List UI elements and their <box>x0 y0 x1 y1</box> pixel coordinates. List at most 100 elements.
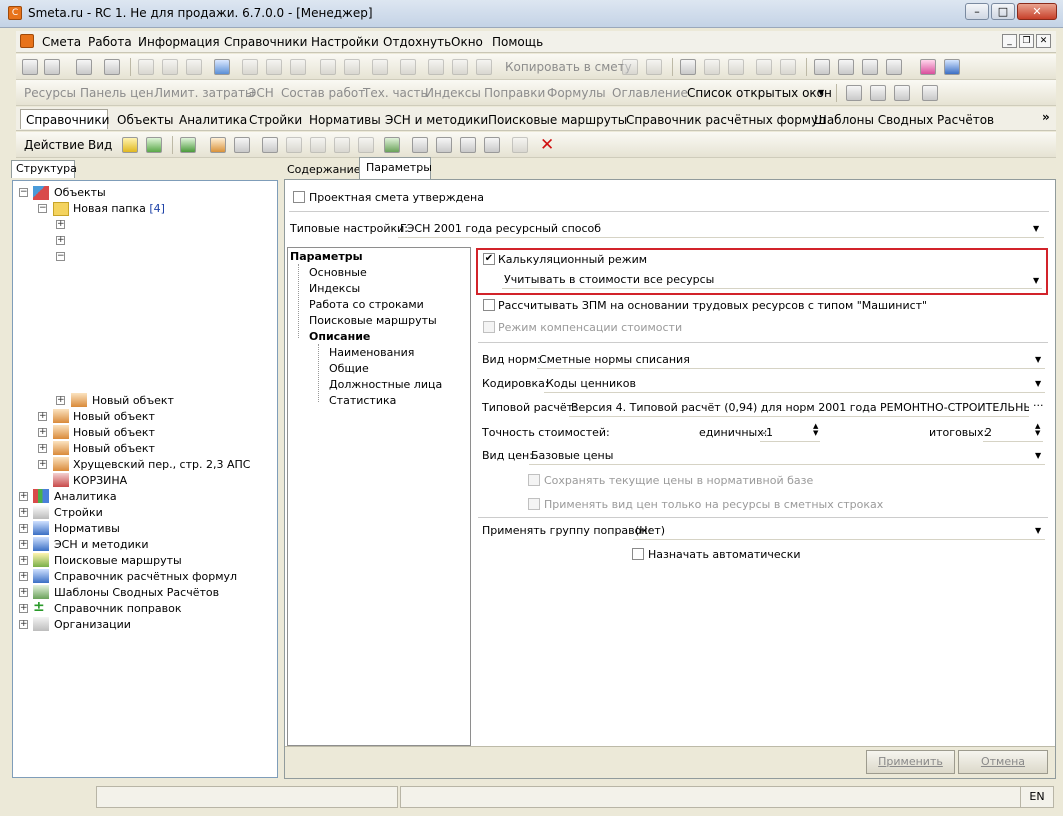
tree-formulas[interactable]: Справочник расчётных формул <box>54 569 237 585</box>
mdi-close-button[interactable]: ✕ <box>1036 34 1051 48</box>
book-blue-icon[interactable] <box>944 59 960 75</box>
params-root[interactable]: Параметры <box>290 250 363 263</box>
compensation-checkbox[interactable] <box>483 321 495 333</box>
house-add-icon[interactable] <box>210 137 226 153</box>
menu-smeta[interactable]: Смета <box>42 35 81 49</box>
tree-address-object[interactable]: Хрущевский пер., стр. 2,3 АПС <box>73 457 250 473</box>
grid-icon[interactable] <box>704 59 720 75</box>
machine-icon[interactable] <box>870 85 886 101</box>
percent-icon[interactable] <box>412 137 428 153</box>
typical-settings-dropdown[interactable]: ГЭСН 2001 года ресурсный способ <box>398 220 1044 238</box>
typical-calc-field[interactable]: Версия 4. Типовой расчёт (0,94) для норм… <box>569 399 1029 417</box>
edit-icon[interactable] <box>372 59 388 75</box>
tree-expand-toggle[interactable]: + <box>38 428 47 437</box>
arrow-up-icon[interactable] <box>334 137 350 153</box>
tree-expand-toggle[interactable]: + <box>56 220 65 229</box>
zpm-checkbox[interactable] <box>483 299 495 311</box>
price-type-dropdown[interactable]: Базовые цены <box>529 447 1045 465</box>
chevron-down-icon[interactable]: ▼ <box>818 88 824 97</box>
grid2-icon[interactable] <box>728 59 744 75</box>
menu-references[interactable]: Справочники <box>224 35 307 49</box>
contents-button[interactable]: Оглавление <box>612 86 688 100</box>
params-main[interactable]: Основные <box>309 266 367 279</box>
params-statistics[interactable]: Статистика <box>329 394 396 407</box>
copy-to-estimate-button[interactable]: Копировать в смету <box>505 60 632 74</box>
delete-icon[interactable] <box>400 59 416 75</box>
house-group-icon[interactable] <box>234 137 250 153</box>
params-names[interactable]: Наименования <box>329 346 414 359</box>
tree-new-object[interactable]: Новый объект <box>73 441 155 457</box>
image-icon[interactable] <box>76 59 92 75</box>
tree-expand-toggle[interactable]: + <box>19 604 28 613</box>
tree-expand-toggle[interactable]: + <box>19 620 28 629</box>
keyboard-layout-indicator[interactable]: EN <box>1020 786 1054 808</box>
level-down-icon[interactable] <box>814 59 830 75</box>
tab-normatives[interactable]: Нормативы <box>309 113 381 127</box>
undo-icon[interactable] <box>186 59 202 75</box>
spinner-arrows-icon[interactable]: ▲ ▼ <box>813 423 818 437</box>
work-composition-button[interactable]: Состав работ <box>281 86 365 100</box>
keep-prices-checkbox[interactable] <box>528 474 540 486</box>
tree-expand-icon[interactable] <box>756 59 772 75</box>
tree-new-folder[interactable]: Новая папка [4] <box>73 201 165 217</box>
spinner-arrows-icon[interactable]: ▲ ▼ <box>1035 423 1040 437</box>
params-rows[interactable]: Работа со строками <box>309 298 424 311</box>
cancel-button[interactable]: Отмена <box>958 750 1048 774</box>
mdi-minimize-button[interactable]: _ <box>1002 34 1017 48</box>
open-windows-button[interactable]: Список открытых окон <box>687 86 832 100</box>
worker-icon[interactable] <box>428 59 444 75</box>
tab-constructions[interactable]: Стройки <box>249 113 302 127</box>
m2-icon[interactable] <box>436 137 452 153</box>
tree-expand-toggle[interactable]: + <box>38 412 47 421</box>
resources-button[interactable]: Ресурсы <box>24 86 76 100</box>
corrections-button[interactable]: Поправки <box>484 86 545 100</box>
tree-expand-toggle[interactable]: + <box>19 508 28 517</box>
tree-organizations[interactable]: Организации <box>54 617 131 633</box>
tree-expand-toggle[interactable]: + <box>19 492 28 501</box>
tree-collapse-icon[interactable] <box>780 59 796 75</box>
tab-references[interactable]: Справочники <box>26 113 109 127</box>
tree-new-object[interactable]: Новый объект <box>73 425 155 441</box>
params-search-routes[interactable]: Поисковые маршруты <box>309 314 437 327</box>
tree-expand-toggle[interactable]: + <box>56 396 65 405</box>
tree-new-object[interactable]: Новый объект <box>92 393 174 409</box>
abc-icon[interactable] <box>680 59 696 75</box>
tree-expand-toggle[interactable]: + <box>56 236 65 245</box>
tree-trash[interactable]: КОРЗИНА <box>73 473 127 489</box>
tree-expand-toggle[interactable]: + <box>19 588 28 597</box>
tab-search-routes[interactable]: Поисковые маршруты <box>488 113 627 127</box>
tree-collapse-toggle[interactable]: − <box>19 188 28 197</box>
esn-button[interactable]: ЭСН <box>248 86 274 100</box>
tree-search-routes[interactable]: Поисковые маршруты <box>54 553 182 569</box>
folder-up-icon[interactable] <box>122 137 138 153</box>
minimize-button[interactable]: – <box>965 3 989 20</box>
rf-icon[interactable] <box>460 137 476 153</box>
search-icon[interactable] <box>104 59 120 75</box>
calc-mode-dropdown[interactable]: Учитывать в стоимости все ресурсы <box>502 271 1042 289</box>
tree-new-object[interactable]: Новый объект <box>73 409 155 425</box>
action-menu[interactable]: Действие <box>24 138 84 152</box>
tech-part-button[interactable]: Тех. часть <box>363 86 428 100</box>
menu-window[interactable]: Окно <box>451 35 483 49</box>
tree-analytics[interactable]: Аналитика <box>54 489 117 505</box>
ellipsis-button[interactable]: ··· <box>1033 399 1044 412</box>
more-tabs-icon[interactable]: » <box>1042 110 1050 124</box>
list-outdent-icon[interactable] <box>266 59 282 75</box>
indices-button[interactable]: Индексы <box>425 86 481 100</box>
params-description[interactable]: Описание <box>309 330 370 343</box>
folder-tree-icon[interactable] <box>146 137 162 153</box>
params-indices[interactable]: Индексы <box>309 282 360 295</box>
tree-normatives[interactable]: Нормативы <box>54 521 120 537</box>
assign-auto-checkbox[interactable] <box>632 548 644 560</box>
tree-collapse-toggle[interactable]: − <box>56 252 65 261</box>
level-up-icon[interactable] <box>838 59 854 75</box>
menu-help[interactable]: Помощь <box>492 35 543 49</box>
structure-tab[interactable]: Структура <box>16 162 77 175</box>
apply-price-type-checkbox[interactable] <box>528 498 540 510</box>
correction-group-dropdown[interactable]: (Нет) <box>633 522 1045 540</box>
mdi-restore-button[interactable]: ❐ <box>1019 34 1034 48</box>
tree-constructions[interactable]: Стройки <box>54 505 103 521</box>
map-icon[interactable] <box>384 137 400 153</box>
close-button[interactable]: ✕ <box>1017 3 1057 20</box>
paste-icon[interactable] <box>646 59 662 75</box>
